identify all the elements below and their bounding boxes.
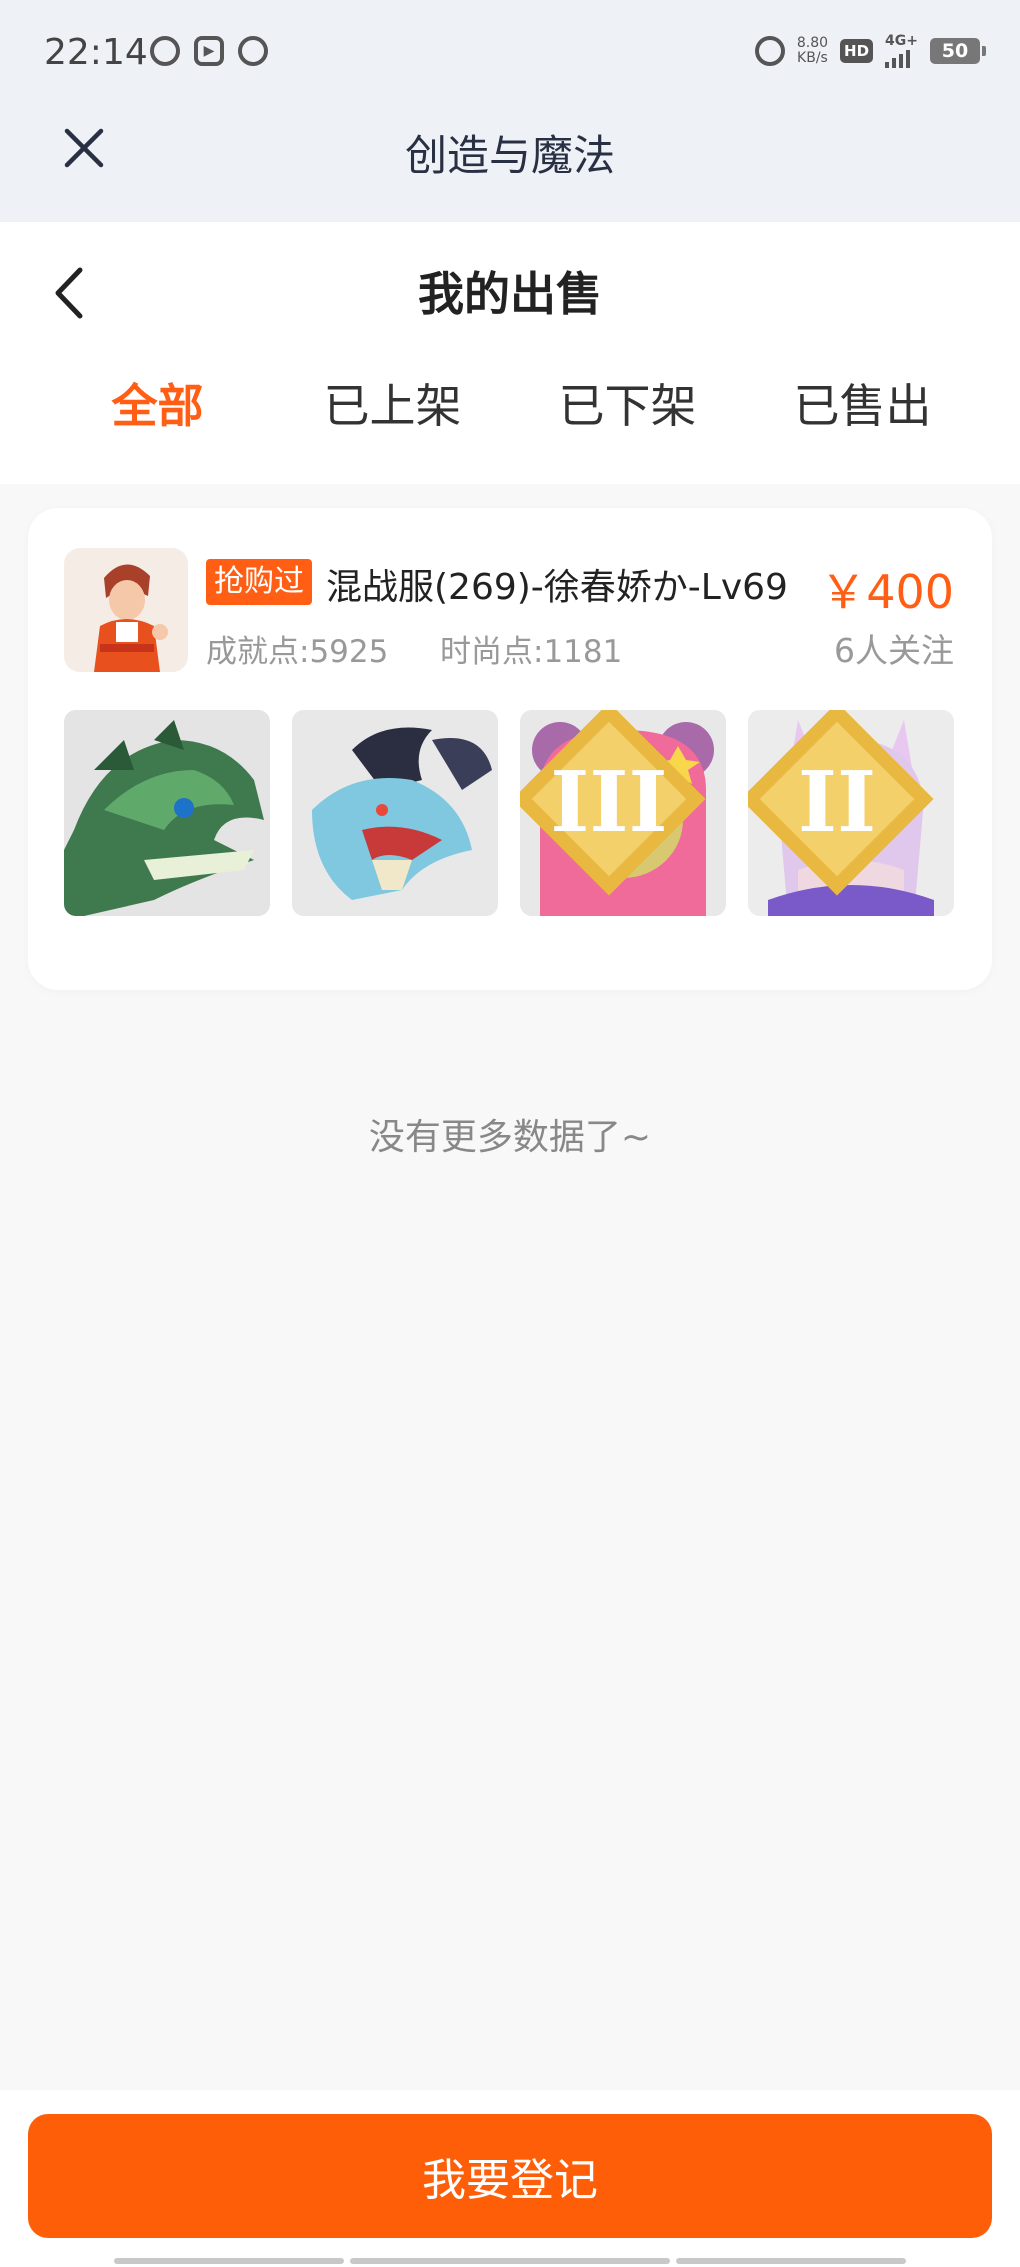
- signal-icon: 4G+: [885, 34, 918, 68]
- page-title: 我的出售: [418, 267, 602, 321]
- character-portrait-image: [64, 548, 188, 672]
- rank-label: III: [550, 752, 667, 851]
- network-type: 4G+: [885, 33, 918, 49]
- flash-sale-badge: 抢购过: [206, 559, 312, 605]
- fashion-points: 时尚点:1181: [440, 634, 623, 670]
- hd-icon: HD: [840, 39, 874, 63]
- tab-delisted[interactable]: 已下架: [528, 370, 728, 460]
- speed-value: 8.80: [796, 35, 829, 51]
- nav-indicator-right: [676, 2258, 906, 2264]
- thumbnail-fox-spirit: II: [748, 710, 954, 916]
- status-bar: 22:14 ▶ 8.80 KB/s HD 4G+ 50: [0, 0, 1020, 110]
- battery-icon: 50: [930, 38, 986, 64]
- clock-notification-icon: [238, 36, 268, 66]
- rank-ii-icon: II: [748, 710, 934, 896]
- app-title-bar: 创造与魔法: [0, 110, 1020, 222]
- video-notification-icon: ▶: [194, 36, 224, 66]
- listing-card[interactable]: 抢购过 混战服(269)-徐春娇か-Lv69 ￥400 成就点:5925 时尚点…: [28, 508, 992, 990]
- nav-indicator-left: [114, 2258, 344, 2264]
- rank-label: II: [798, 752, 876, 851]
- follower-count: 6人关注: [834, 631, 954, 670]
- blue-dragon-image: [292, 710, 498, 916]
- system-icons: 8.80 KB/s HD 4G+ 50: [754, 34, 986, 68]
- tab-all[interactable]: 全部: [58, 370, 258, 460]
- character-avatar: [64, 548, 188, 672]
- listing-price: ￥400: [820, 565, 954, 619]
- signal-bars-icon: [885, 48, 911, 68]
- nav-indicator-center: [350, 2258, 670, 2264]
- thumbnail-blue-dragon: [292, 710, 498, 916]
- tab-sold[interactable]: 已售出: [763, 370, 963, 460]
- page-header: 我的出售 全部 已上架 已下架 已售出: [0, 222, 1020, 484]
- app-title: 创造与魔法: [404, 131, 615, 180]
- rank-iii-icon: III: [520, 710, 706, 896]
- speed-unit: KB/s: [797, 50, 828, 66]
- top-bar: 22:14 ▶ 8.80 KB/s HD 4G+ 50 创造与魔法: [0, 0, 1020, 222]
- item-thumbnails: III II: [64, 710, 954, 916]
- status-time: 22:14: [44, 32, 148, 73]
- app-notification-icon: [150, 36, 180, 66]
- end-of-list-text: 没有更多数据了~: [368, 1117, 652, 1158]
- network-speed: 8.80 KB/s: [797, 36, 828, 66]
- listing-name: 混战服(269)-徐春娇か-Lv69: [326, 567, 788, 608]
- green-dragon-image: [64, 710, 270, 916]
- tab-listed[interactable]: 已上架: [293, 370, 493, 460]
- achievement-points: 成就点:5925: [206, 634, 389, 670]
- status-tabs: 全部 已上架 已下架 已售出: [0, 370, 1020, 460]
- thumbnail-green-dragon: [64, 710, 270, 916]
- thumbnail-pink-bear: III: [520, 710, 726, 916]
- notification-icons: ▶: [150, 36, 268, 66]
- alarm-icon: [754, 36, 785, 66]
- bottom-bar: 我要登记: [0, 2090, 1020, 2267]
- register-button[interactable]: 我要登记: [28, 2114, 992, 2238]
